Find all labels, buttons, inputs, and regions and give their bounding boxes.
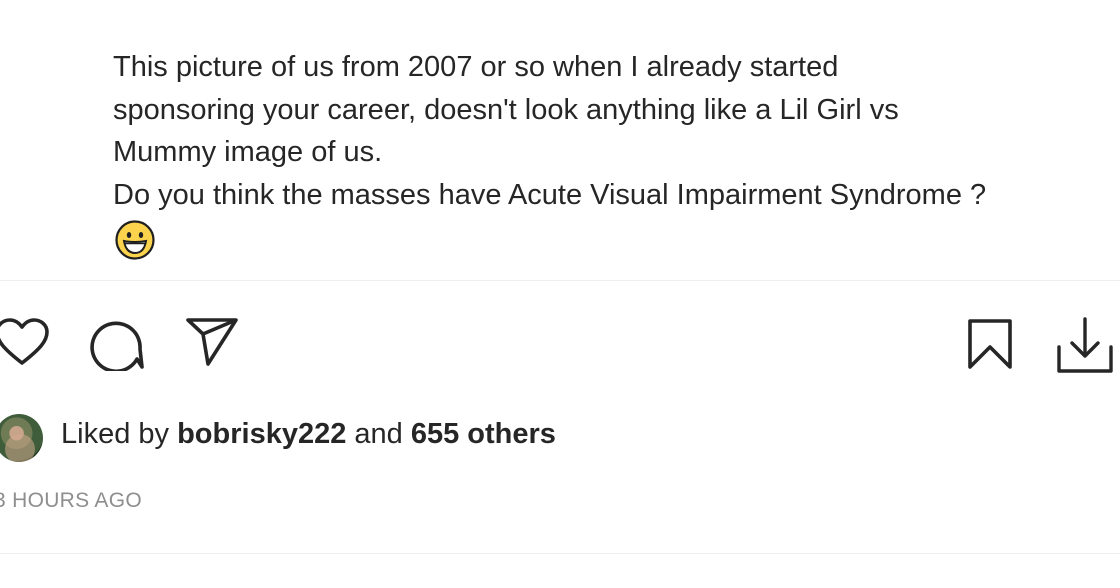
- bookmark-icon[interactable]: [966, 317, 1014, 371]
- likes-summary: Liked by bobrisky222 and 655 others: [0, 412, 700, 462]
- heart-icon[interactable]: [0, 317, 50, 369]
- likes-text[interactable]: Liked by bobrisky222 and 655 others: [61, 414, 556, 454]
- grinning-face-emoji-icon: [114, 219, 156, 261]
- liker-username[interactable]: bobrisky222: [177, 418, 346, 450]
- post-caption: This picture of us from 2007 or so when …: [113, 46, 1113, 216]
- caption-line: Mummy image of us.: [113, 136, 383, 168]
- divider: [0, 280, 1120, 281]
- share-icon[interactable]: [184, 316, 240, 368]
- comment-icon[interactable]: [87, 317, 145, 371]
- likes-connector: and: [354, 418, 403, 450]
- post-timestamp[interactable]: 3 HOURS AGO: [0, 487, 142, 515]
- caption-line: Do you think the masses have Acute Visua…: [113, 178, 987, 211]
- likes-prefix: Liked by: [61, 418, 170, 450]
- caption-line: sponsoring your career, doesn't look any…: [113, 93, 899, 126]
- caption-line: This picture of us from 2007 or so when …: [113, 51, 839, 83]
- download-icon[interactable]: [1054, 313, 1116, 377]
- avatar[interactable]: [0, 414, 43, 462]
- likes-count[interactable]: 655 others: [411, 418, 556, 450]
- divider: [0, 553, 1120, 554]
